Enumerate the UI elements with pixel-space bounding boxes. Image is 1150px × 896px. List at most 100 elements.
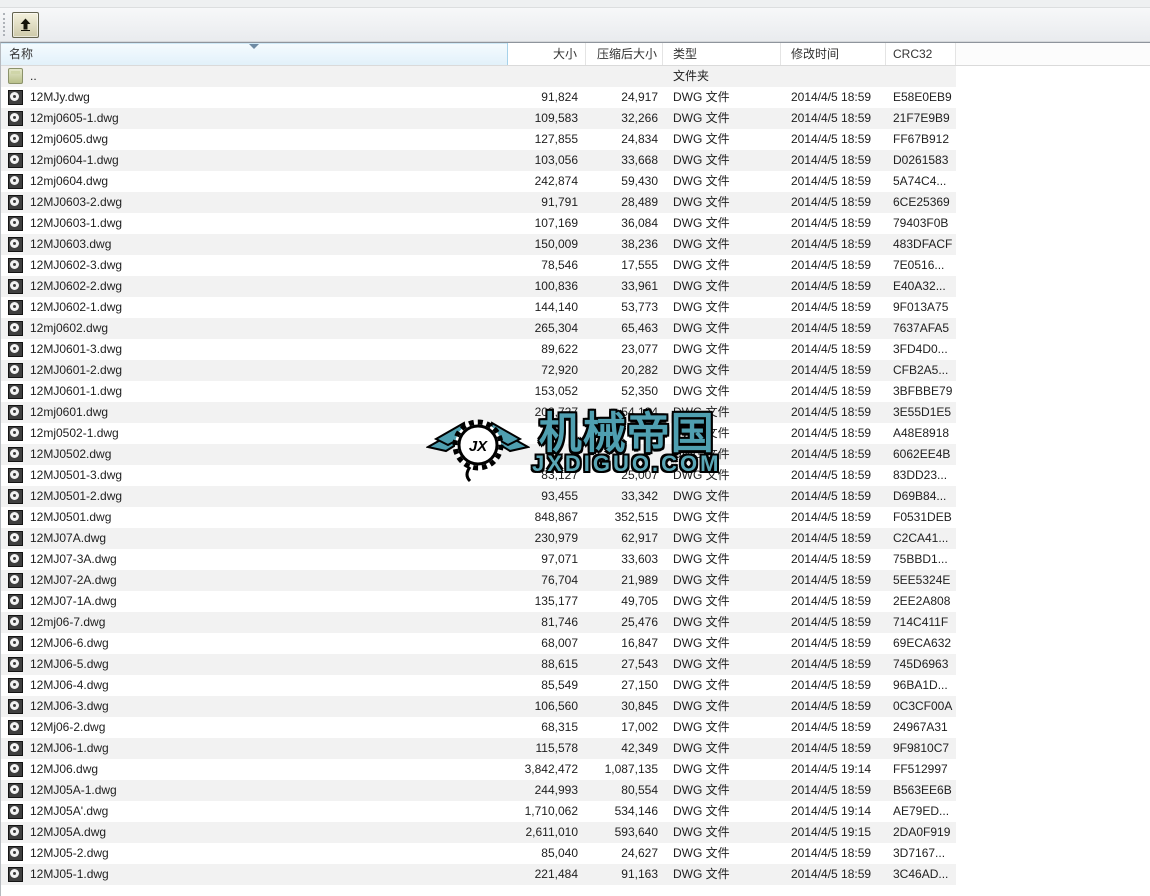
table-row[interactable]: 12MJ06-3.dwg 106,560 30,845 DWG 文件 2014/… — [1, 696, 1150, 717]
table-row[interactable]: 12MJ0501-2.dwg 93,455 33,342 DWG 文件 2014… — [1, 486, 1150, 507]
table-row[interactable]: 12MJ0603.dwg 150,009 38,236 DWG 文件 2014/… — [1, 234, 1150, 255]
table-row[interactable]: .. 文件夹 — [1, 66, 1150, 87]
file-type: DWG 文件 — [673, 636, 730, 650]
table-row[interactable]: 12MJ0602-1.dwg 144,140 53,773 DWG 文件 201… — [1, 297, 1150, 318]
file-crc32: 21F7E9B9 — [893, 111, 950, 125]
file-modified-time: 2014/4/5 18:59 — [791, 363, 872, 377]
column-header-size[interactable]: 大小 — [508, 43, 586, 65]
file-compressed-size: 24,627 — [621, 846, 658, 860]
file-size: 68,315 — [541, 720, 578, 734]
table-row[interactable]: 12MJ0602-3.dwg 78,546 17,555 DWG 文件 2014… — [1, 255, 1150, 276]
file-type: DWG 文件 — [673, 342, 730, 356]
table-row[interactable]: 12MJ06-6.dwg 68,007 16,847 DWG 文件 2014/4… — [1, 633, 1150, 654]
file-name: 12MJ0603.dwg — [30, 237, 112, 251]
file-crc32: 9F013A75 — [893, 300, 949, 314]
file-compressed-size: 24,917 — [621, 90, 658, 104]
file-name: 12mj0502-1.dwg — [30, 426, 119, 440]
column-header-compressed-size[interactable]: 压缩后大小 — [586, 43, 663, 65]
column-header-name[interactable]: 名称 — [1, 43, 508, 65]
table-row[interactable]: 12MJ07A.dwg 230,979 62,917 DWG 文件 2014/4… — [1, 528, 1150, 549]
table-row[interactable]: 12MJ06.dwg 3,842,472 1,087,135 DWG 文件 20… — [1, 759, 1150, 780]
file-crc32: 5A74C4... — [893, 174, 947, 188]
file-size: 244,993 — [534, 783, 578, 797]
table-row[interactable]: 12MJ0501-3.dwg 83,127 25,007 DWG 文件 2014… — [1, 465, 1150, 486]
table-row[interactable]: 12MJ0601-3.dwg 89,622 23,077 DWG 文件 2014… — [1, 339, 1150, 360]
toolbar-gripper[interactable] — [3, 13, 8, 36]
table-row[interactable]: 12MJ0603-1.dwg 107,169 36,084 DWG 文件 201… — [1, 213, 1150, 234]
file-type: DWG 文件 — [673, 363, 730, 377]
file-type: DWG 文件 — [673, 804, 730, 818]
table-row[interactable]: 12MJ0502.dwg DWG 文件 2014/4/5 18:59 6062E… — [1, 444, 1150, 465]
table-row[interactable]: 12mj0605-1.dwg 109,583 32,266 DWG 文件 201… — [1, 108, 1150, 129]
file-compressed-size: 32,266 — [621, 111, 658, 125]
column-header-filler — [956, 43, 1150, 65]
table-row[interactable]: 12MJ06-5.dwg 88,615 27,543 DWG 文件 2014/4… — [1, 654, 1150, 675]
table-row[interactable]: 12MJ06-1.dwg 115,578 42,349 DWG 文件 2014/… — [1, 738, 1150, 759]
column-header-type[interactable]: 类型 — [663, 43, 781, 65]
table-row[interactable]: 12mj0604.dwg 242,874 59,430 DWG 文件 2014/… — [1, 171, 1150, 192]
table-row[interactable]: 12MJ05A.dwg 2,611,010 593,640 DWG 文件 201… — [1, 822, 1150, 843]
file-modified-time: 2014/4/5 18:59 — [791, 741, 872, 755]
file-compressed-size: 16,847 — [621, 636, 658, 650]
table-row[interactable]: 12MJ0501.dwg 848,867 352,515 DWG 文件 2014… — [1, 507, 1150, 528]
table-row[interactable]: 12MJ06-4.dwg 85,549 27,150 DWG 文件 2014/4… — [1, 675, 1150, 696]
file-type: DWG 文件 — [673, 825, 730, 839]
table-row[interactable]: 12mj0604-1.dwg 103,056 33,668 DWG 文件 201… — [1, 150, 1150, 171]
file-compressed-size: 1,087,135 — [604, 762, 658, 776]
file-crc32: 79403F0B — [893, 216, 949, 230]
up-one-level-button[interactable] — [12, 11, 39, 38]
file-crc32: AE79ED... — [893, 804, 950, 818]
file-size: 221,484 — [534, 867, 578, 881]
file-crc32: C2CA41... — [893, 531, 949, 545]
file-crc32: CFB2A5... — [893, 363, 949, 377]
file-size: 72,920 — [541, 363, 578, 377]
column-header-modified-time[interactable]: 修改时间 — [781, 43, 886, 65]
dwg-icon — [8, 594, 23, 609]
table-row[interactable]: 12Mj06-2.dwg 68,315 17,002 DWG 文件 2014/4… — [1, 717, 1150, 738]
table-row[interactable]: 12MJy.dwg 91,824 24,917 DWG 文件 2014/4/5 … — [1, 87, 1150, 108]
table-row[interactable]: 12MJ07-3A.dwg 97,071 33,603 DWG 文件 2014/… — [1, 549, 1150, 570]
file-name: 12mj0604-1.dwg — [30, 153, 119, 167]
table-row[interactable]: 12mj0601.dwg 208,727 54,124 DWG 文件 2014/… — [1, 402, 1150, 423]
table-row[interactable]: 12mj0502-1.dwg DWG 文件 2014/4/5 18:59 A48… — [1, 423, 1150, 444]
table-row[interactable]: 12mj06-7.dwg 81,746 25,476 DWG 文件 2014/4… — [1, 612, 1150, 633]
file-compressed-size: 33,603 — [621, 552, 658, 566]
file-name: 12MJ06.dwg — [30, 762, 99, 776]
file-size: 2,611,010 — [525, 825, 579, 839]
dwg-icon — [8, 405, 23, 420]
file-size: 89,622 — [541, 342, 578, 356]
file-name: 12MJ0601-2.dwg — [30, 363, 123, 377]
table-row[interactable]: 12mj0602.dwg 265,304 65,463 DWG 文件 2014/… — [1, 318, 1150, 339]
file-crc32: D69B84... — [893, 489, 947, 503]
file-type: DWG 文件 — [673, 615, 730, 629]
table-row[interactable]: 12MJ07-1A.dwg 135,177 49,705 DWG 文件 2014… — [1, 591, 1150, 612]
column-header-crc32[interactable]: CRC32 — [886, 43, 956, 65]
file-crc32: 6062EE4B — [893, 447, 951, 461]
file-name: 12MJ0501.dwg — [30, 510, 112, 524]
table-row[interactable]: 12MJ05-2.dwg 85,040 24,627 DWG 文件 2014/4… — [1, 843, 1150, 864]
file-type: 文件夹 — [673, 69, 710, 83]
table-row[interactable]: 12MJ0603-2.dwg 91,791 28,489 DWG 文件 2014… — [1, 192, 1150, 213]
folder-icon — [8, 68, 23, 84]
table-row[interactable]: 12MJ0601-1.dwg 153,052 52,350 DWG 文件 201… — [1, 381, 1150, 402]
dwg-icon — [8, 510, 23, 525]
file-name: 12MJ0602-2.dwg — [30, 279, 123, 293]
file-name: 12MJ0501-3.dwg — [30, 468, 123, 482]
dwg-icon — [8, 132, 23, 147]
file-modified-time: 2014/4/5 18:59 — [791, 636, 872, 650]
file-name: 12MJ07A.dwg — [30, 531, 107, 545]
table-row[interactable]: 12MJ05A'.dwg 1,710,062 534,146 DWG 文件 20… — [1, 801, 1150, 822]
table-row[interactable]: 12MJ05A-1.dwg 244,993 80,554 DWG 文件 2014… — [1, 780, 1150, 801]
table-row[interactable]: 12MJ07-2A.dwg 76,704 21,989 DWG 文件 2014/… — [1, 570, 1150, 591]
file-crc32: 6CE25369 — [893, 195, 950, 209]
table-row[interactable]: 12MJ0601-2.dwg 72,920 20,282 DWG 文件 2014… — [1, 360, 1150, 381]
file-crc32: F0531DEB — [893, 510, 952, 524]
file-name: 12MJ05A.dwg — [30, 825, 107, 839]
table-row[interactable]: 12MJ05-1.dwg 221,484 91,163 DWG 文件 2014/… — [1, 864, 1150, 885]
file-modified-time: 2014/4/5 19:15 — [791, 825, 872, 839]
file-name: 12MJ07-3A.dwg — [30, 552, 117, 566]
file-type: DWG 文件 — [673, 405, 730, 419]
file-type: DWG 文件 — [673, 573, 730, 587]
table-row[interactable]: 12mj0605.dwg 127,855 24,834 DWG 文件 2014/… — [1, 129, 1150, 150]
table-row[interactable]: 12MJ0602-2.dwg 100,836 33,961 DWG 文件 201… — [1, 276, 1150, 297]
